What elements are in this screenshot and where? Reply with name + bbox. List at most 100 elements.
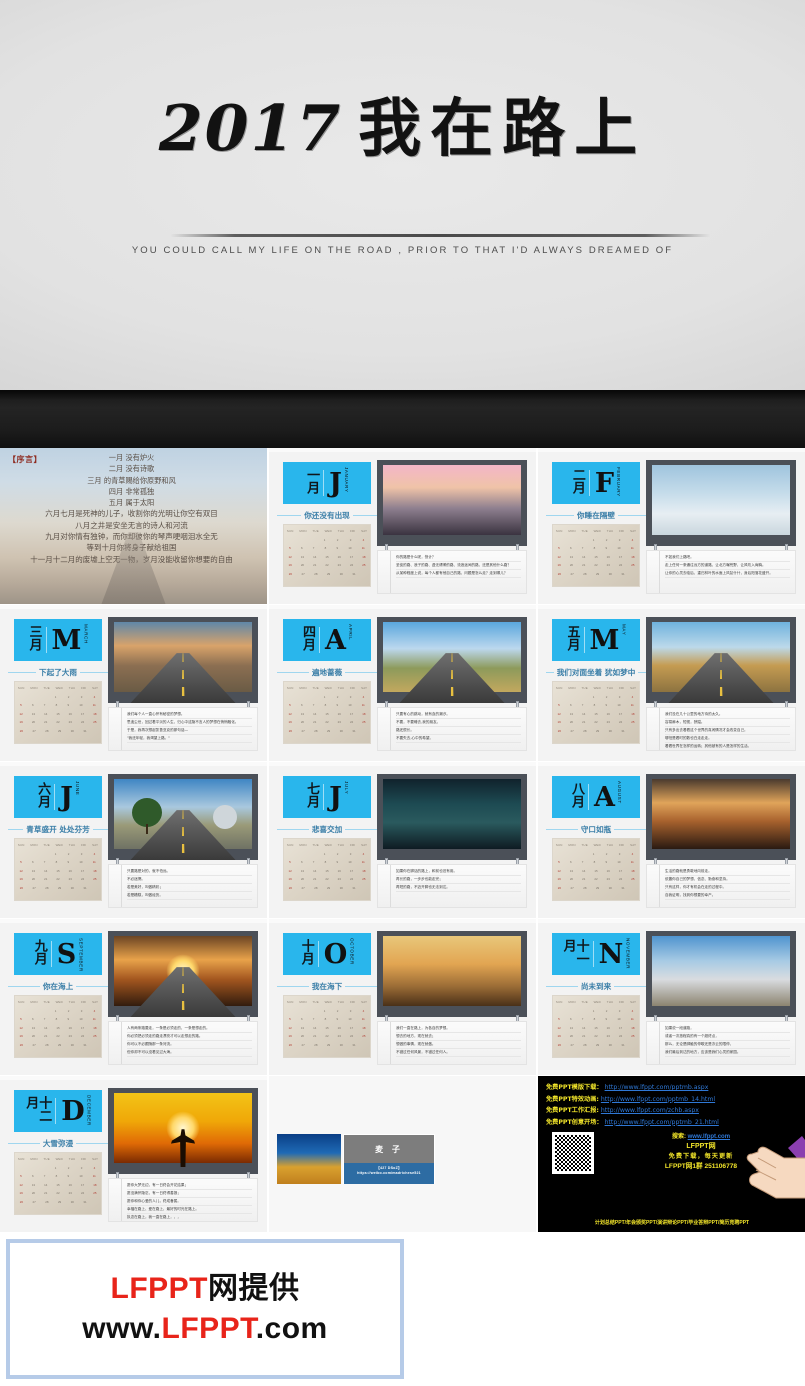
weekday-label: SUN (555, 843, 563, 847)
ad-row-link[interactable]: http://www.lfppt.com/zchb.aspx (601, 1107, 699, 1114)
thumbnail-month[interactable]: 十一月 N NOVEMBER 尚未到来 SUN MON TUE WED THU FRI SAT 1 2 3… (538, 919, 805, 1076)
watermark-suffix: 网提供 (208, 1272, 300, 1305)
ad-row-link[interactable]: http://www.lfppt.com/pptmb_21.html (605, 1119, 719, 1126)
ad-row-link[interactable]: http://www.lfppt.com/pptmb_14.html (601, 1096, 715, 1103)
calendar-thumbnail: SUN MON TUE WED THU FRI SAT 1 2 3 4 5 6 7 8 9 10 11 12 13 14… (552, 838, 640, 901)
month-english: MARCH (83, 623, 89, 644)
ad-search-link[interactable]: www.lfppt.com (688, 1134, 730, 1140)
calendar-thumbnail: SUN MON TUE WED THU FRI SAT 1 2 3 4 5 6 7 8 9 10 11 12 13 14… (283, 681, 371, 744)
weekday-label: WED (324, 843, 332, 847)
preface-line: 八月之井是安坐无言的诗人和河流 (75, 520, 188, 530)
weekday-label: WED (593, 529, 601, 533)
weekday-label: THU (337, 529, 345, 533)
thumbnail-month[interactable]: 五月 M MAY 我们对面坐着 犹如梦中 SUN MON TUE WED THU FRI SAT 1 2… (538, 605, 805, 762)
thumbnail-month[interactable]: 一月 J JANUARY 你还没有出现 SUN MON TUE WED THU FRI SAT 1 2 3… (269, 448, 537, 605)
month-text-line: 思迪尘世，回过着平淡的人生，归心中这隐不言人的梦想在悄悄融化。 (127, 719, 252, 727)
month-initial: N (598, 938, 624, 970)
calendar-weekday-header: SUN MON TUE WED THU FRI SAT (553, 525, 639, 533)
title-divider (170, 234, 710, 237)
ad-row: 免费PPT工作汇报: http://www.lfppt.com/zchb.asp… (546, 1105, 798, 1117)
ad-row-label: 免费PPT工作汇报: (546, 1107, 599, 1115)
pointing-hand-icon (746, 1136, 805, 1199)
month-text-line: 若是糟糕，叫做经历。 (127, 892, 252, 900)
author-url[interactable]: https://weibo.com/madrichese521 (344, 1171, 434, 1176)
calendar-thumbnail: SUN MON TUE WED THU FRI SAT 1 2 3 4 5 6 7 8 9 10 11 12 13 14… (552, 995, 640, 1058)
thumbnail-advertisement[interactable]: 免费PPT模版下载： http://www.lfppt.com/pptmb.as… (538, 1076, 805, 1233)
weekday-label: FRI (81, 1000, 87, 1004)
weekday-label: SUN (17, 1000, 25, 1004)
photo-image (652, 622, 790, 703)
thumbnail-month[interactable]: 四月 A APRIL 遍地蔷薇 SUN MON TUE WED THU FRI SAT 1 2 3 4 5 6 7… (269, 605, 537, 762)
thumbnail-preface[interactable]: 【序言】 一月 没有炉火 二月 没有诗歌 三月 的青草赐给你原野和风 四月 非常… (0, 448, 268, 605)
month-text-block: 我们一直在路上，为各自的梦想。 想去的地方，现在就去； 想做的事情，现在就做。 不错过… (377, 1021, 527, 1065)
thumbnail-month[interactable]: 六月 J JUNE 青草盛开 处处芬芳 SUN MON TUE WED THU FRI SAT 1 2 3… (0, 762, 268, 919)
month-text-line: 哪怕是看时的数也白走走走。 (665, 735, 790, 743)
photo-image (383, 779, 521, 849)
month-subtitle: 下起了大雨 (39, 668, 77, 677)
ad-row-link[interactable]: http://www.lfppt.com/pptmb.aspx (605, 1084, 709, 1091)
month-chinese: 七月 (304, 782, 320, 808)
month-chinese: 十一月 (560, 939, 589, 965)
thumbnail-month[interactable]: 九月 S SEPTEMBER 你在海上 SUN MON TUE WED THU FRI SAT 1 2 3… (0, 919, 268, 1076)
month-subtitle-row: 大雪弥漫 (8, 1138, 108, 1149)
subtitle-rule-left (546, 672, 554, 673)
month-chinese: 八月 (569, 782, 585, 808)
month-badge: 十二月 D DECEMBER (14, 1090, 102, 1132)
thumbnail-month[interactable]: 三月 M MARCH 下起了大雨 SUN MON TUE WED THU FRI SAT 1 2 3 4 5 6… (0, 605, 268, 762)
month-text-line: 如果你在脚话的路上，和前也迟有用。 (396, 868, 521, 876)
weekday-label: THU (68, 686, 76, 690)
calendar-thumbnail: SUN MON TUE WED THU FRI SAT 1 2 3 4 5 6 7 8 9 10 11 12 13 14… (14, 1152, 102, 1215)
month-text-line: 愿你大梦无边，有一日终会开花结果； (127, 1182, 252, 1190)
weekday-label: SAT (630, 843, 637, 847)
photo-image (114, 1093, 252, 1168)
thumbnail-month[interactable]: 十二月 D DECEMBER 大雪弥漫 SUN MON TUE WED THU FRI SAT 1 2 3… (0, 1076, 268, 1233)
weekday-label: SUN (555, 529, 563, 533)
preface-line: 三月 的青草赐给你原野和风 (87, 475, 176, 485)
month-subtitle-row: 遍地蔷薇 (277, 667, 377, 678)
weekday-label: WED (55, 1157, 63, 1161)
month-slide: 八月 A AUGUST 守口如瓶 SUN MON TUE WED THU FRI SAT 1 2 3 4 5 6… (538, 762, 805, 918)
calendar-weekday-header: SUN MON TUE WED THU FRI SAT (15, 996, 101, 1004)
photo-image (114, 936, 252, 1017)
weekday-label: FRI (81, 843, 87, 847)
ad-search-label: 搜索: (671, 1134, 686, 1140)
calendar-weekday-header: SUN MON TUE WED THU FRI SAT (284, 525, 370, 533)
preface-line: 四月 非常孤独 (108, 486, 155, 496)
photo-image (652, 779, 790, 849)
month-subtitle-row: 尚未到来 (546, 981, 646, 992)
thumbnail-month[interactable]: 二月 F FEBRUARY 你睡在隔壁 SUN MON TUE WED THU FRI SAT 1 2 3… (538, 448, 805, 605)
month-text-line: 不错过任何风景，不错过任何人。 (396, 1049, 521, 1057)
month-subtitle: 尚未到来 (580, 982, 612, 991)
page-title: 2017 我在路上 (0, 78, 805, 169)
weekday-label: MON (568, 529, 576, 533)
month-badge: 七月 J JULY (283, 776, 371, 818)
month-subtitle: 你在海上 (42, 982, 74, 991)
month-subtitle-row: 悲喜交加 (277, 824, 377, 835)
subtitle-rule-right (345, 829, 377, 830)
weekday-label: TUE (581, 529, 588, 533)
thumbnail-month[interactable]: 七月 J JULY 悲喜交加 SUN MON TUE WED THU FRI SAT 1 2 3 4 5 6 7 8… (269, 762, 537, 919)
subtitle-rule-left (546, 829, 578, 830)
thumbnail-month[interactable]: 八月 A AUGUST 守口如瓶 SUN MON TUE WED THU FRI SAT 1 2 3 4 5 6… (538, 762, 805, 919)
weekday-label: SAT (361, 686, 368, 690)
thumbnail-ending[interactable]: 麦 子 【427 DSoZ】 https://weibo.com/madrich… (269, 1076, 537, 1233)
watermark-url-brand: LFPPT (161, 1312, 256, 1345)
thumbnail-month[interactable]: 十月 O OCTOBER 我在海下 SUN MON TUE WED THU FRI SAT 1 2 3 4 5… (269, 919, 537, 1076)
month-english: FEBRUARY (616, 466, 622, 497)
month-english: APRIL (347, 623, 353, 640)
photo-frame (646, 617, 796, 710)
month-text-line: 不必迷惘。 (127, 876, 252, 884)
preface-line: 一月 没有炉火 (108, 453, 155, 462)
title-slide: 2017 我在路上 YOU COULD CALL MY LIFE ON THE R… (0, 0, 805, 448)
month-badge: 九月 S SEPTEMBER (14, 933, 102, 975)
month-badge: 二月 F FEBRUARY (552, 462, 640, 504)
weekday-label: FRI (81, 686, 87, 690)
preface-slide: 【序言】 一月 没有炉火 二月 没有诗歌 三月 的青草赐给你原野和风 四月 非常… (0, 448, 267, 604)
calendar-weekday-header: SUN MON TUE WED THU FRI SAT (15, 1153, 101, 1161)
month-slide: 十一月 N NOVEMBER 尚未到来 SUN MON TUE WED THU FRI SAT 1 2 3… (538, 919, 805, 1075)
month-chinese: 九月 (31, 939, 47, 965)
preface-line: 十一月十二月的废墟上空无一物，岁月没能收留你想要的自由 (30, 554, 233, 564)
month-initial: F (594, 467, 615, 499)
month-text-line: 我们每个人一直心怀有秘密的梦想。 (127, 711, 252, 719)
weekday-label: THU (337, 843, 345, 847)
